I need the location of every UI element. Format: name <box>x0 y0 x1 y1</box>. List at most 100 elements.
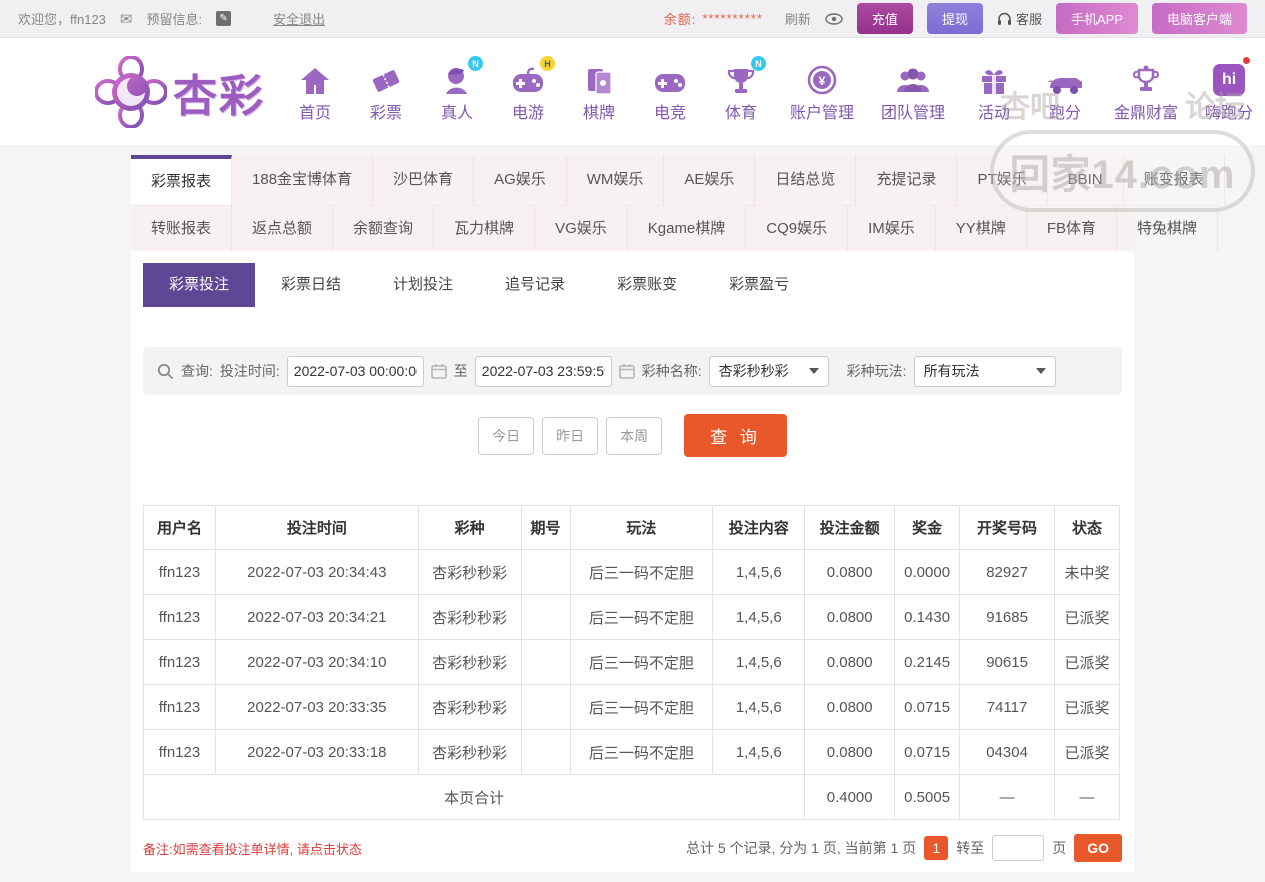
status-cell[interactable]: 已派奖 <box>1055 640 1120 685</box>
tab-cq9[interactable]: CQ9娱乐 <box>746 205 848 251</box>
subtab-lottery-bets[interactable]: 彩票投注 <box>143 263 255 307</box>
page-unit-label: 页 <box>1052 838 1066 858</box>
go-button[interactable]: GO <box>1074 834 1122 862</box>
logout-link[interactable]: 安全退出 <box>273 9 325 28</box>
tab-yy-cards[interactable]: YY棋牌 <box>936 205 1027 251</box>
tab-kgame[interactable]: Kgame棋牌 <box>628 205 747 251</box>
badge-h: H <box>540 56 555 71</box>
slot-game-icon <box>511 66 545 96</box>
calendar-icon[interactable] <box>619 363 635 379</box>
nav-item-home[interactable]: 首页 <box>293 60 337 123</box>
nav-item-egames[interactable]: H 电游 <box>506 60 550 123</box>
tab-pt[interactable]: PT娱乐 <box>957 155 1047 205</box>
query-label: 查询: <box>181 361 213 381</box>
bet-time-label: 投注时间: <box>220 361 280 381</box>
lottery-name-select[interactable]: 杏彩秒秒彩 <box>709 356 829 387</box>
today-button[interactable]: 今日 <box>478 417 534 455</box>
col-issue: 期号 <box>521 506 570 550</box>
yesterday-button[interactable]: 昨日 <box>542 417 598 455</box>
time-to-input[interactable] <box>475 356 612 387</box>
play-type-select[interactable]: 所有玩法 <box>914 356 1056 387</box>
nav-item-live[interactable]: N 真人 <box>435 60 479 123</box>
status-cell[interactable]: 未中奖 <box>1055 550 1120 595</box>
team-icon <box>895 66 931 96</box>
col-prize: 奖金 <box>895 506 960 550</box>
nav-item-lottery[interactable]: 彩票 <box>364 60 408 123</box>
tab-wali-cards[interactable]: 瓦力棋牌 <box>434 205 535 251</box>
note-text: 备注:如需查看投注单详情, 请点击状态 <box>143 839 362 858</box>
status-cell[interactable]: 已派奖 <box>1055 730 1120 775</box>
tab-lottery-report[interactable]: 彩票报表 <box>131 155 232 205</box>
col-play: 玩法 <box>570 506 713 550</box>
balance-label: 余额: <box>664 9 697 28</box>
nav-item-account[interactable]: ¥ 账户管理 <box>790 60 854 123</box>
gift-icon <box>979 66 1009 96</box>
tab-bbin[interactable]: BBIN <box>1048 155 1124 205</box>
total-amount: 0.4000 <box>805 775 895 820</box>
subtab-plan-bets[interactable]: 计划投注 <box>367 263 479 307</box>
subtab-lottery-account-change[interactable]: 彩票账变 <box>591 263 703 307</box>
recharge-button[interactable]: 充值 <box>857 3 913 34</box>
edit-icon[interactable]: ✎ <box>216 11 231 26</box>
tab-ag[interactable]: AG娱乐 <box>474 155 567 205</box>
nav-item-hi-paofen[interactable]: hi 嗨跑分 <box>1205 60 1253 123</box>
refresh-link[interactable]: 刷新 <box>785 9 811 28</box>
nav-item-sports[interactable]: N 体育 <box>719 60 763 123</box>
subtab-chase-record[interactable]: 追号记录 <box>479 263 591 307</box>
tab-im[interactable]: IM娱乐 <box>848 205 936 251</box>
time-from-input[interactable] <box>287 356 424 387</box>
tab-balance-query[interactable]: 余额查询 <box>333 205 434 251</box>
tab-transfer-report[interactable]: 转账报表 <box>131 205 232 251</box>
tab-rebate-total[interactable]: 返点总额 <box>232 205 333 251</box>
tab-ae[interactable]: AE娱乐 <box>664 155 755 205</box>
tab-188-sports[interactable]: 188金宝博体育 <box>232 155 373 205</box>
search-button[interactable]: 查 询 <box>684 414 787 457</box>
col-draw-number: 开奖号码 <box>960 506 1055 550</box>
eye-icon[interactable] <box>825 13 843 25</box>
subtab-lottery-profit-loss[interactable]: 彩票盈亏 <box>703 263 815 307</box>
live-person-icon <box>441 64 473 96</box>
col-username: 用户名 <box>144 506 216 550</box>
goto-page-input[interactable] <box>992 835 1044 861</box>
notification-dot <box>1243 57 1250 64</box>
table-total-row: 本页合计 0.4000 0.5005 — — <box>144 775 1120 820</box>
tab-daily-overview[interactable]: 日结总览 <box>755 155 856 205</box>
mobile-app-button[interactable]: 手机APP <box>1056 3 1138 34</box>
status-cell[interactable]: 已派奖 <box>1055 685 1120 730</box>
this-week-button[interactable]: 本周 <box>606 417 662 455</box>
welcome-text: 欢迎您，ffn123 <box>18 9 106 28</box>
tab-saba-sports[interactable]: 沙巴体育 <box>373 155 474 205</box>
current-page-button[interactable]: 1 <box>924 836 948 860</box>
account-coin-icon: ¥ <box>806 64 838 96</box>
tab-vg[interactable]: VG娱乐 <box>535 205 628 251</box>
query-panel: 查询: 投注时间: 至 彩种名称: 杏彩秒秒彩 彩种玩法: 所有玩法 <box>143 347 1122 395</box>
topbar: 欢迎您，ffn123 ✉ 预留信息: ✎ 安全退出 余额: **********… <box>0 0 1265 38</box>
nav-item-paofen[interactable]: 跑分 <box>1043 60 1087 123</box>
nav-item-cards[interactable]: 棋牌 <box>577 60 621 123</box>
nav-item-team[interactable]: 团队管理 <box>881 60 945 123</box>
tab-fb-sports[interactable]: FB体育 <box>1027 205 1117 251</box>
subtab-lottery-daily[interactable]: 彩票日结 <box>255 263 367 307</box>
site-logo[interactable]: 杏彩 <box>95 56 265 128</box>
nav-item-activity[interactable]: 活动 <box>972 60 1016 123</box>
quick-buttons-row: 今日 昨日 本周 查 询 <box>131 414 1134 457</box>
nav-item-esports[interactable]: 电竞 <box>648 60 692 123</box>
pc-client-button[interactable]: 电脑客户端 <box>1152 3 1247 34</box>
status-cell[interactable]: 已派奖 <box>1055 595 1120 640</box>
withdraw-button[interactable]: 提现 <box>927 3 983 34</box>
tab-tetu-cards[interactable]: 特兔棋牌 <box>1117 205 1218 251</box>
badge-n: N <box>751 56 766 71</box>
headset-icon <box>997 12 1012 26</box>
tab-wm[interactable]: WM娱乐 <box>567 155 665 205</box>
content-container: 彩票报表 188金宝博体育 沙巴体育 AG娱乐 WM娱乐 AE娱乐 日结总览 充… <box>131 155 1134 872</box>
table-row: ffn123 2022-07-03 20:33:18 杏彩秒秒彩 后三一码不定胆… <box>144 730 1120 775</box>
tab-deposit-withdraw-record[interactable]: 充提记录 <box>856 155 957 205</box>
calendar-icon[interactable] <box>431 363 447 379</box>
balance-value: ********** <box>702 11 763 26</box>
mail-icon[interactable]: ✉ <box>120 10 133 28</box>
nav-item-wealth[interactable]: 金鼎财富 <box>1114 60 1178 123</box>
esports-icon <box>653 66 687 96</box>
ticket-icon <box>370 66 402 96</box>
tab-account-change-report[interactable]: 账变报表 <box>1124 155 1225 205</box>
service-link[interactable]: 客服 <box>1016 9 1042 28</box>
